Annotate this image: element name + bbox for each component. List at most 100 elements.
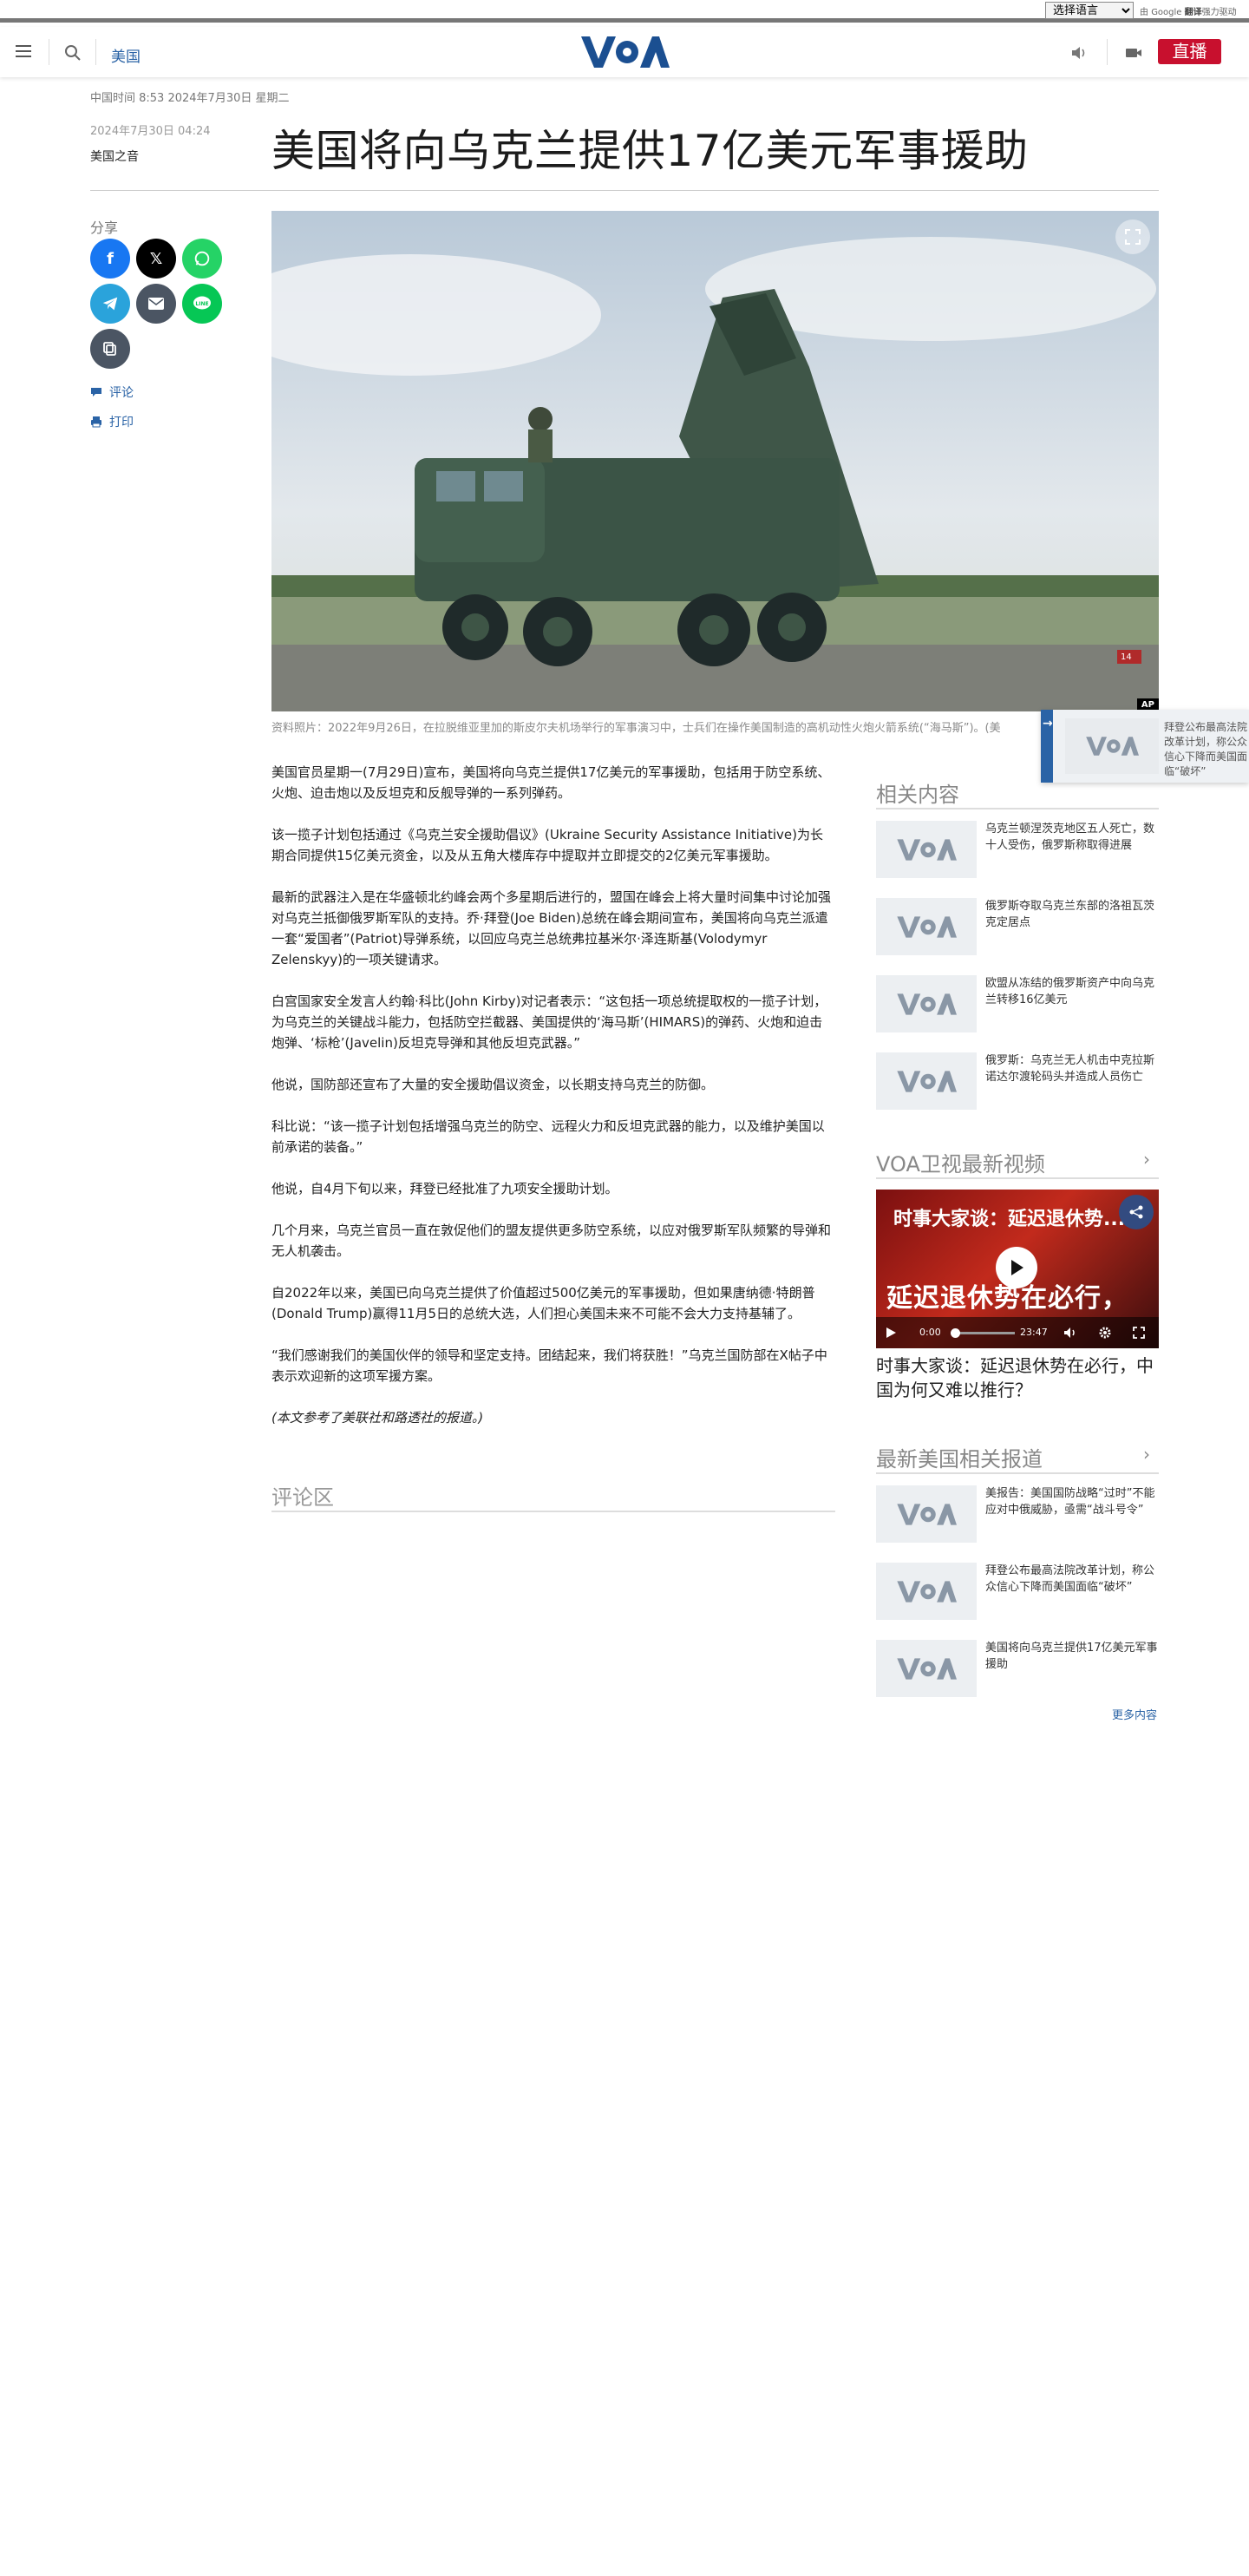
print-label: 打印 (109, 416, 134, 429)
article-thumbnail (876, 1563, 977, 1620)
google-translate-credit: 由 Google 翻译强力驱动 (1140, 8, 1237, 17)
email-icon[interactable] (136, 284, 176, 324)
voa-logo[interactable] (579, 35, 670, 69)
video-title-overlay: 时事大家谈：延迟退休势... (893, 1209, 1126, 1230)
x-icon[interactable]: 𝕏 (136, 239, 176, 279)
latest-item[interactable]: 美报告：美国国防战略“过时”不能应对中俄威胁，亟需“战斗号令” (876, 1485, 1159, 1543)
live-button[interactable]: 直播 (1158, 39, 1221, 64)
paragraph: 他说，国防部还宣布了大量的安全援助倡议资金，以长期支持乌克兰的防御。 (271, 1077, 715, 1092)
share-icon[interactable] (1119, 1195, 1154, 1229)
related-item-title: 欧盟从冻结的俄罗斯资产中向乌克兰转移16亿美元 (985, 977, 1155, 1006)
latest-heading[interactable]: 最新美国相关报道 (876, 1442, 1043, 1472)
next-article-card[interactable]: → 拜登公布最高法院改革计划，称公众信心下降而美国面临“破坏” (1041, 710, 1249, 783)
latest-item-title: 拜登公布最高法院改革计划，称公众信心下降而美国面临“破坏” (985, 1564, 1155, 1594)
comment-icon (91, 388, 101, 397)
source-note: (本文参考了美联社和路透社的报道。) (271, 1410, 484, 1426)
latest-item-title: 美报告：美国国防战略“过时”不能应对中俄威胁，亟需“战斗号令” (985, 1487, 1155, 1517)
video-camera-icon[interactable] (1123, 43, 1144, 63)
fullscreen-icon[interactable] (1133, 1327, 1145, 1339)
local-timestamp: 中国时间 8:53 2024年7月30日 星期二 (90, 92, 290, 105)
latest-item[interactable]: 美国将向乌克兰提供17亿美元军事援助 (876, 1640, 1159, 1697)
language-select[interactable]: 选择语言 (1045, 2, 1134, 19)
play-small-icon[interactable] (885, 1327, 897, 1339)
settings-icon[interactable] (1098, 1326, 1112, 1340)
translate-bar: 选择语言 由 Google 翻译强力驱动 (0, 0, 1249, 23)
video-progress-knob[interactable] (951, 1328, 960, 1338)
videos-heading[interactable]: VOA卫视最新视频 (876, 1147, 1045, 1177)
copy-icon[interactable] (90, 329, 130, 369)
line-icon[interactable]: LINE (182, 284, 222, 324)
chevron-right-icon[interactable]: › (1143, 1149, 1150, 1170)
next-article-title: 拜登公布最高法院改革计划，称公众信心下降而美国面临“破坏” (1164, 721, 1248, 777)
paragraph: 自2022年以来，美国已向乌克兰提供了价值超过500亿美元的军事援助，但如果唐纳… (271, 1285, 815, 1321)
article-thumbnail (876, 1485, 977, 1543)
related-item-title: 乌克兰顿涅茨克地区五人死亡，数十人受伤，俄罗斯称取得进展 (985, 823, 1155, 852)
video-controls: 0:00 23:47 (876, 1317, 1159, 1348)
print-icon (91, 416, 101, 428)
paragraph: 美国官员星期一(7月29日)宣布，美国将向乌克兰提供17亿美元的军事援助，包括用… (271, 764, 831, 801)
speaker-icon[interactable] (1069, 43, 1089, 63)
himars-photo (271, 211, 1159, 711)
play-icon[interactable] (996, 1247, 1037, 1288)
page-title: 美国将向乌克兰提供17亿美元军事援助 (271, 126, 1029, 176)
hero-image: 14 AP (271, 211, 1159, 711)
image-caption: 资料照片：2022年9月26日，在拉脱维亚里加的斯皮尔夫机场举行的军事演习中，士… (271, 722, 1001, 735)
comments-heading: 评论区 (271, 1485, 334, 1510)
comment-label: 评论 (109, 386, 134, 400)
related-item-title: 俄罗斯：乌克兰无人机击中克拉斯诺达尔渡轮码头并造成人员伤亡 (985, 1054, 1155, 1084)
video-player[interactable]: 时事大家谈：延迟退休势... 延迟退休势在必行， 0:00 23:47 (876, 1190, 1159, 1348)
related-item[interactable]: 乌克兰顿涅茨克地区五人死亡，数十人受伤，俄罗斯称取得进展 (876, 821, 1159, 878)
divider (876, 1177, 1159, 1179)
volume-icon[interactable] (1063, 1327, 1077, 1339)
paragraph: 他说，自4月下旬以来，拜登已经批准了九项安全援助计划。 (271, 1181, 618, 1196)
video-progress-track[interactable] (954, 1332, 1015, 1334)
section-link-us[interactable]: 美国 (111, 44, 141, 66)
svg-text:LINE: LINE (195, 301, 208, 307)
related-item[interactable]: 俄罗斯夺取乌克兰东部的洛祖瓦茨克定居点 (876, 898, 1159, 955)
paragraph: “我们感谢我们的美国伙伴的领导和坚定支持。团结起来，我们将获胜！”乌克兰国防部在… (271, 1347, 827, 1384)
paragraph: 几个月来，乌克兰官员一直在敦促他们的盟友提供更多防空系统，以应对俄罗斯军队频繁的… (271, 1222, 832, 1259)
related-item[interactable]: 欧盟从冻结的俄罗斯资产中向乌克兰转移16亿美元 (876, 975, 1159, 1032)
author[interactable]: 美国之音 (90, 147, 139, 165)
menu-icon[interactable] (12, 42, 35, 62)
print-link[interactable]: 打印 (90, 413, 134, 430)
divider (1107, 39, 1108, 65)
paragraph: 该一揽子计划包括通过《乌克兰安全援助倡议》(Ukraine Security A… (271, 827, 823, 863)
article-thumbnail (1065, 718, 1159, 774)
related-heading: 相关内容 (876, 783, 959, 807)
divider (90, 190, 1159, 191)
latest-item-title: 美国将向乌克兰提供17亿美元军事援助 (985, 1642, 1158, 1671)
telegram-icon[interactable] (90, 284, 130, 324)
divider (271, 1511, 835, 1512)
search-icon[interactable] (62, 43, 83, 63)
chevron-right-icon[interactable]: › (1143, 1444, 1150, 1465)
paragraph: 最新的武器注入是在华盛顿北约峰会两个多星期后进行的，盟国在峰会上将大量时间集中讨… (271, 889, 832, 967)
publish-date: 2024年7月30日 04:24 (90, 125, 211, 138)
video-total-time: 23:47 (1020, 1327, 1048, 1338)
article-thumbnail (876, 898, 977, 955)
image-plate-number: 14 (1121, 652, 1132, 662)
article-thumbnail (876, 1052, 977, 1110)
divider (876, 808, 1159, 810)
divider (95, 39, 96, 65)
video-current-time: 0:00 (919, 1327, 941, 1338)
article-thumbnail (876, 821, 977, 878)
related-item-title: 俄罗斯夺取乌克兰东部的洛祖瓦茨克定居点 (985, 900, 1155, 929)
video-caption[interactable]: 时事大家谈：延迟退休势在必行，中国为何又难以推行？ (876, 1354, 1159, 1402)
paragraph: 白宫国家安全发言人约翰·科比(John Kirby)对记者表示：“这包括一项总统… (271, 993, 827, 1051)
site-header: 美国 直播 (0, 27, 1249, 77)
arrow-right-icon: → (1043, 717, 1053, 731)
facebook-icon[interactable]: f (90, 239, 130, 279)
article-thumbnail (876, 975, 977, 1032)
share-label: 分享 (90, 220, 119, 236)
more-link[interactable]: 更多内容 (1112, 1706, 1157, 1722)
divider (876, 1472, 1159, 1474)
article-body: 美国官员星期一(7月29日)宣布，美国将向乌克兰提供17亿美元的军事援助，包括用… (271, 762, 835, 1449)
latest-item[interactable]: 拜登公布最高法院改革计划，称公众信心下降而美国面临“破坏” (876, 1563, 1159, 1620)
paragraph: 科比说：“该一揽子计划包括增强乌克兰的防空、远程火力和反坦克武器的能力，以及维护… (271, 1118, 825, 1155)
fullscreen-icon[interactable] (1115, 220, 1150, 254)
article-thumbnail (876, 1640, 977, 1697)
whatsapp-icon[interactable] (182, 239, 222, 279)
comment-link[interactable]: 评论 (90, 383, 134, 401)
related-item[interactable]: 俄罗斯：乌克兰无人机击中克拉斯诺达尔渡轮码头并造成人员伤亡 (876, 1052, 1159, 1110)
